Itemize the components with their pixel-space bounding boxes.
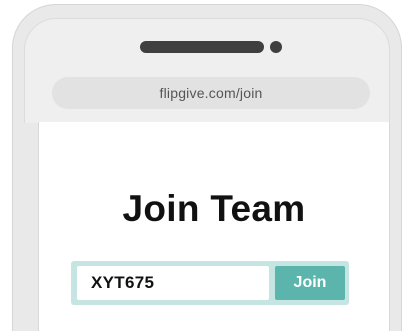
join-team-form: XYT675 Join — [71, 261, 349, 305]
screenshot: flipgive.com/join Join Team XYT675 Join — [0, 0, 405, 331]
camera-icon — [270, 41, 282, 53]
address-bar[interactable]: flipgive.com/join — [52, 77, 370, 109]
url-text: flipgive.com/join — [159, 85, 263, 101]
speaker-icon — [140, 41, 264, 53]
join-button[interactable]: Join — [275, 266, 345, 300]
join-button-label: Join — [293, 274, 327, 291]
page-title: Join Team — [122, 188, 306, 229]
phone-screen: Join Team XYT675 Join — [38, 122, 390, 331]
team-code-value: XYT675 — [91, 273, 155, 292]
team-code-input[interactable]: XYT675 — [77, 266, 269, 300]
